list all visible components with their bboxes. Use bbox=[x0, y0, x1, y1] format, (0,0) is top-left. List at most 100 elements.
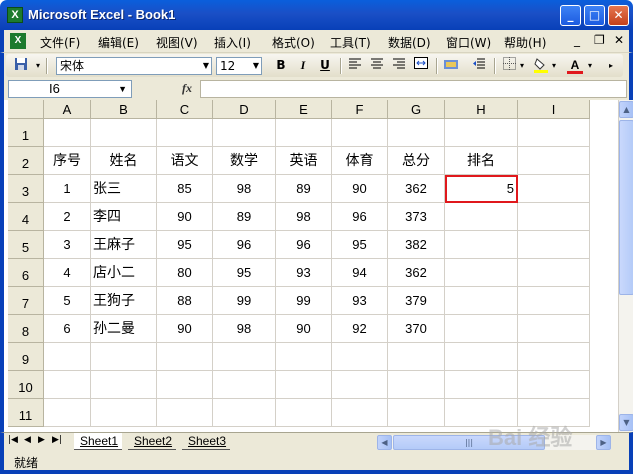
sheet-tab-sheet1[interactable]: Sheet1 bbox=[74, 433, 123, 450]
cell-a7[interactable]: 5 bbox=[44, 287, 91, 315]
row-header-2[interactable]: 2 bbox=[8, 147, 44, 175]
column-header-a[interactable]: A bbox=[44, 100, 91, 119]
cell-b2[interactable]: 姓名 bbox=[91, 147, 157, 175]
column-header-c[interactable]: C bbox=[157, 100, 213, 119]
cell-e7[interactable]: 99 bbox=[276, 287, 332, 315]
cell-d4[interactable]: 89 bbox=[213, 203, 276, 231]
formula-input[interactable] bbox=[200, 80, 627, 98]
italic-button[interactable]: I bbox=[294, 57, 312, 74]
cell-c7[interactable]: 88 bbox=[157, 287, 213, 315]
cell-i9[interactable] bbox=[518, 343, 590, 371]
row-header-3[interactable]: 3 bbox=[8, 175, 44, 203]
maximize-button[interactable]: □ bbox=[584, 5, 605, 26]
cell-b5[interactable]: 王麻子 bbox=[91, 231, 157, 259]
cell-c1[interactable] bbox=[157, 119, 213, 147]
cell-f2[interactable]: 体育 bbox=[332, 147, 388, 175]
cell-e9[interactable] bbox=[276, 343, 332, 371]
last-sheet-icon[interactable]: ▶| bbox=[52, 435, 62, 445]
row-header-11[interactable]: 11 bbox=[8, 399, 44, 427]
cell-e1[interactable] bbox=[276, 119, 332, 147]
cell-f4[interactable]: 96 bbox=[332, 203, 388, 231]
align-center-icon[interactable] bbox=[368, 57, 386, 74]
cell-h4[interactable] bbox=[445, 203, 518, 231]
column-header-h[interactable]: H bbox=[445, 100, 518, 119]
cell-g11[interactable] bbox=[388, 399, 445, 427]
font-name-combo[interactable]: 宋体 ▼ bbox=[56, 57, 212, 75]
cell-d3[interactable]: 98 bbox=[213, 175, 276, 203]
prev-sheet-icon[interactable]: ◀ bbox=[24, 435, 31, 445]
cell-g5[interactable]: 382 bbox=[388, 231, 445, 259]
borders-icon[interactable] bbox=[500, 57, 518, 74]
column-header-b[interactable]: B bbox=[91, 100, 157, 119]
cell-e3[interactable]: 89 bbox=[276, 175, 332, 203]
cell-g3[interactable]: 362 bbox=[388, 175, 445, 203]
name-box[interactable]: I6 ▼ bbox=[8, 80, 132, 98]
cell-h9[interactable] bbox=[445, 343, 518, 371]
bold-button[interactable]: B bbox=[272, 57, 290, 74]
font-size-combo[interactable]: 12 ▼ bbox=[216, 57, 262, 75]
cell-b11[interactable] bbox=[91, 399, 157, 427]
cell-d1[interactable] bbox=[213, 119, 276, 147]
menu-format[interactable]: 格式(O) bbox=[272, 34, 315, 51]
column-header-f[interactable]: F bbox=[332, 100, 388, 119]
scroll-left-icon[interactable]: ◀ bbox=[377, 435, 392, 450]
cell-c11[interactable] bbox=[157, 399, 213, 427]
cell-f3[interactable]: 90 bbox=[332, 175, 388, 203]
cell-i7[interactable] bbox=[518, 287, 590, 315]
cell-h2[interactable]: 排名 bbox=[445, 147, 518, 175]
toolbar-options-icon[interactable]: ▾ bbox=[34, 57, 42, 74]
vertical-scroll-thumb[interactable] bbox=[619, 120, 633, 295]
next-sheet-icon[interactable]: ▶ bbox=[38, 435, 45, 445]
menu-file[interactable]: 文件(F) bbox=[40, 34, 80, 51]
cell-d8[interactable]: 98 bbox=[213, 315, 276, 343]
cell-g2[interactable]: 总分 bbox=[388, 147, 445, 175]
cell-b9[interactable] bbox=[91, 343, 157, 371]
cell-b7[interactable]: 王狗子 bbox=[91, 287, 157, 315]
cell-i3[interactable] bbox=[518, 175, 590, 203]
cell-e4[interactable]: 98 bbox=[276, 203, 332, 231]
cell-a10[interactable] bbox=[44, 371, 91, 399]
workbook-icon[interactable]: X bbox=[10, 33, 26, 49]
cell-g4[interactable]: 373 bbox=[388, 203, 445, 231]
cell-g7[interactable]: 379 bbox=[388, 287, 445, 315]
underline-button[interactable]: U bbox=[316, 57, 334, 74]
column-header-e[interactable]: E bbox=[276, 100, 332, 119]
menu-edit[interactable]: 编辑(E) bbox=[98, 34, 139, 51]
cell-a5[interactable]: 3 bbox=[44, 231, 91, 259]
cell-c2[interactable]: 语文 bbox=[157, 147, 213, 175]
menu-data[interactable]: 数据(D) bbox=[388, 34, 431, 51]
cell-b10[interactable] bbox=[91, 371, 157, 399]
cell-g1[interactable] bbox=[388, 119, 445, 147]
cell-f1[interactable] bbox=[332, 119, 388, 147]
cell-c9[interactable] bbox=[157, 343, 213, 371]
cell-g6[interactable]: 362 bbox=[388, 259, 445, 287]
cell-g9[interactable] bbox=[388, 343, 445, 371]
cell-h10[interactable] bbox=[445, 371, 518, 399]
row-header-9[interactable]: 9 bbox=[8, 343, 44, 371]
chevron-down-icon[interactable]: ▼ bbox=[118, 81, 127, 97]
cell-i6[interactable] bbox=[518, 259, 590, 287]
cell-b1[interactable] bbox=[91, 119, 157, 147]
merge-center-icon[interactable] bbox=[412, 57, 430, 74]
row-header-6[interactable]: 6 bbox=[8, 259, 44, 287]
decrease-indent-icon[interactable] bbox=[470, 57, 488, 74]
cell-f5[interactable]: 95 bbox=[332, 231, 388, 259]
cell-a8[interactable]: 6 bbox=[44, 315, 91, 343]
scroll-right-icon[interactable]: ▶ bbox=[596, 435, 611, 450]
cell-c10[interactable] bbox=[157, 371, 213, 399]
cell-i2[interactable] bbox=[518, 147, 590, 175]
row-header-4[interactable]: 4 bbox=[8, 203, 44, 231]
menu-tools[interactable]: 工具(T) bbox=[330, 34, 371, 51]
align-left-icon[interactable] bbox=[346, 57, 364, 74]
chevron-down-icon[interactable]: ▾ bbox=[586, 57, 594, 74]
chevron-down-icon[interactable]: ▾ bbox=[518, 57, 526, 74]
cell-a9[interactable] bbox=[44, 343, 91, 371]
scroll-down-icon[interactable]: ▼ bbox=[619, 414, 633, 431]
sheet-tab-sheet2[interactable]: Sheet2 bbox=[128, 433, 177, 450]
cell-d6[interactable]: 95 bbox=[213, 259, 276, 287]
first-sheet-icon[interactable]: |◀ bbox=[8, 435, 18, 445]
menu-view[interactable]: 视图(V) bbox=[156, 34, 198, 51]
cell-f6[interactable]: 94 bbox=[332, 259, 388, 287]
cell-d11[interactable] bbox=[213, 399, 276, 427]
cell-a1[interactable] bbox=[44, 119, 91, 147]
